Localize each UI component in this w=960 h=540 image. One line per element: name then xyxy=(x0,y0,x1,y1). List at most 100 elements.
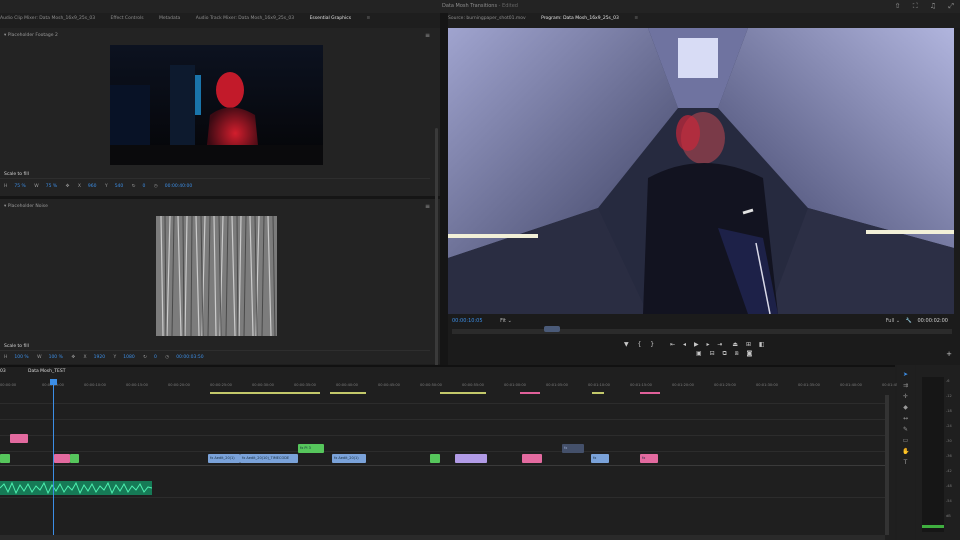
notification-icon[interactable]: ♫ xyxy=(930,2,936,10)
clip[interactable]: fx Aedit_20(10)_TIMECODE xyxy=(240,454,298,463)
track-select-icon[interactable]: ⇉ xyxy=(902,382,909,389)
ruler-timecode: 00:00:55:00 xyxy=(462,383,484,387)
track-divider xyxy=(0,419,885,420)
divider xyxy=(0,178,430,179)
rectangle-icon[interactable]: ▭ xyxy=(902,437,909,444)
fullscreen-icon[interactable]: ⛶ xyxy=(913,2,918,11)
scale-to-fill-2[interactable]: Scale to fill xyxy=(4,344,29,349)
selection-tool-icon[interactable]: ➤ xyxy=(902,371,909,378)
time-value[interactable]: 00:00:40:00 xyxy=(165,184,192,189)
playhead-handle[interactable] xyxy=(50,379,57,385)
share-icon[interactable]: ⇧ xyxy=(895,2,901,10)
ruler-timecode: 00:01:10:00 xyxy=(588,383,610,387)
slip-icon[interactable]: ↔ xyxy=(902,415,909,422)
clip[interactable] xyxy=(430,454,440,463)
quality-dropdown[interactable]: Full ⌄ xyxy=(886,318,900,324)
step-back-icon[interactable]: ◂ xyxy=(683,341,686,348)
out-point-icon[interactable]: } xyxy=(650,341,654,348)
extract-icon-2[interactable]: ⊟ xyxy=(710,350,715,357)
placeholder1-controls: H 75 % W 75 % ✥ X 960 Y 540 ↻ 0 ◷ 00:00:40:00 xyxy=(4,184,199,189)
play-icon[interactable]: ▶ xyxy=(694,341,699,348)
sequence-tab[interactable]: Data Mosh_TEST xyxy=(28,369,65,374)
time-ruler[interactable]: 00:00:0000:00:05:0000:00:10:0000:00:15:0… xyxy=(0,383,904,391)
fit-dropdown[interactable]: Fit ⌄ xyxy=(500,318,512,324)
placeholder-noise-thumbnail[interactable] xyxy=(156,216,277,336)
lock-icon[interactable]: ▣ xyxy=(696,350,702,357)
clip[interactable]: fx xyxy=(640,454,658,463)
tab-effect-controls[interactable]: Effect Controls xyxy=(111,13,144,25)
rotation-value[interactable]: 0 xyxy=(143,184,146,189)
tab-menu-icon[interactable]: ≡ xyxy=(366,13,370,25)
panel-scrollbar[interactable] xyxy=(435,128,438,368)
clip[interactable]: fx Aedit_20(1) xyxy=(208,454,240,463)
clip[interactable] xyxy=(455,454,487,463)
tab-program-monitor[interactable]: Program: Data Mosh_16x9_25s_03 xyxy=(541,13,619,25)
placeholder-footage-title[interactable]: ▾ Placeholder Footage 2 xyxy=(4,33,58,38)
tab-metadata[interactable]: Metadata xyxy=(159,13,180,25)
edited-status: - Edited xyxy=(497,3,518,9)
program-video-frame[interactable] xyxy=(448,28,954,314)
sequence-tab-left[interactable]: 03 xyxy=(0,369,6,374)
pen-icon[interactable]: ✎ xyxy=(902,426,909,433)
x-value[interactable]: 1920 xyxy=(94,355,105,360)
y-value[interactable]: 1080 xyxy=(123,355,134,360)
compare-icon[interactable]: ⧈ xyxy=(735,350,739,357)
razor-icon[interactable]: ◆ xyxy=(902,404,909,411)
type-icon[interactable]: T xyxy=(902,459,909,466)
clip[interactable] xyxy=(70,454,79,463)
add-button-icon[interactable]: + xyxy=(946,350,952,358)
clip[interactable]: fx Aedit_20(1) xyxy=(332,454,366,463)
clip[interactable] xyxy=(0,454,10,463)
audio-waveform-clip[interactable] xyxy=(0,481,152,495)
button-editor-icon[interactable]: ⧉ xyxy=(723,350,727,357)
x-value[interactable]: 960 xyxy=(88,184,97,189)
hand-icon[interactable]: ✋ xyxy=(902,448,909,455)
height-value[interactable]: 75 % xyxy=(14,184,25,189)
horizontal-scrollbar[interactable] xyxy=(0,535,885,540)
placeholder-footage-thumbnail[interactable] xyxy=(110,45,323,165)
expand-icon[interactable]: ⤢ xyxy=(948,2,954,11)
go-to-out-icon[interactable]: ⇥ xyxy=(717,341,722,348)
clip[interactable] xyxy=(522,454,542,463)
tab-essential-graphics[interactable]: Essential Graphics xyxy=(310,13,351,25)
scale-to-fill-1[interactable]: Scale to fill xyxy=(4,172,29,177)
monitor-scrub-bar[interactable] xyxy=(452,329,952,334)
ripple-edit-icon[interactable]: ✛ xyxy=(902,393,909,400)
lift-icon[interactable]: ⏏ xyxy=(732,341,738,348)
essential-graphics-panel: ▾ Placeholder Footage 2 ≡ Scale to fill … xyxy=(0,28,440,368)
clip[interactable]: fx Pl 3 xyxy=(298,444,324,453)
placeholder-noise-title[interactable]: ▾ Placeholder Noise xyxy=(4,204,48,209)
extract-icon[interactable]: ⊞ xyxy=(746,341,751,348)
tab-audio-track-mixer[interactable]: Audio Track Mixer: Data Mosh_16x9_25s_03 xyxy=(196,13,294,25)
go-to-in-icon[interactable]: ⇤ xyxy=(670,341,675,348)
camera-icon[interactable]: ◙ xyxy=(747,350,753,357)
rotation-value[interactable]: 0 xyxy=(154,355,157,360)
tab-menu-icon-right[interactable]: ≡ xyxy=(634,13,638,25)
step-forward-icon[interactable]: ▸ xyxy=(706,341,709,348)
clip[interactable] xyxy=(54,454,70,463)
in-point-icon[interactable]: { xyxy=(638,341,642,348)
tab-audio-clip-mixer[interactable]: Audio Clip Mixer: Data Mosh_16x9_25s_03 xyxy=(0,13,95,25)
tab-source-monitor[interactable]: Source: burningpaper_shot01.mov xyxy=(448,13,526,25)
playhead-timecode[interactable]: 00:00:10:05 xyxy=(452,318,483,324)
width-value[interactable]: 75 % xyxy=(46,184,57,189)
y-value[interactable]: 540 xyxy=(115,184,124,189)
width-value[interactable]: 100 % xyxy=(49,355,63,360)
panel-menu-icon[interactable]: ≡ xyxy=(425,32,430,39)
scrub-playhead[interactable] xyxy=(544,326,560,332)
clip[interactable] xyxy=(10,434,28,443)
panel-divider[interactable] xyxy=(440,13,448,365)
wrench-icon[interactable]: 🔧 xyxy=(906,318,912,324)
clock-icon: ◷ xyxy=(153,184,158,189)
timeline-scrollbar[interactable] xyxy=(885,395,889,535)
audio-meter-panel: -6 -12 -18 -24 -30 -36 -42 -48 -54 dB xyxy=(916,365,960,540)
marker-icon[interactable]: ▼ xyxy=(624,341,629,348)
playhead-line[interactable] xyxy=(53,379,54,540)
rotation-icon: ↻ xyxy=(131,184,136,189)
export-frame-icon[interactable]: ◧ xyxy=(759,341,765,348)
time-value[interactable]: 00:00:03:50 xyxy=(176,355,203,360)
clip[interactable]: fx xyxy=(562,444,584,453)
height-value[interactable]: 100 % xyxy=(14,355,28,360)
clip[interactable]: fx xyxy=(591,454,609,463)
panel-menu-icon-2[interactable]: ≡ xyxy=(425,203,430,210)
